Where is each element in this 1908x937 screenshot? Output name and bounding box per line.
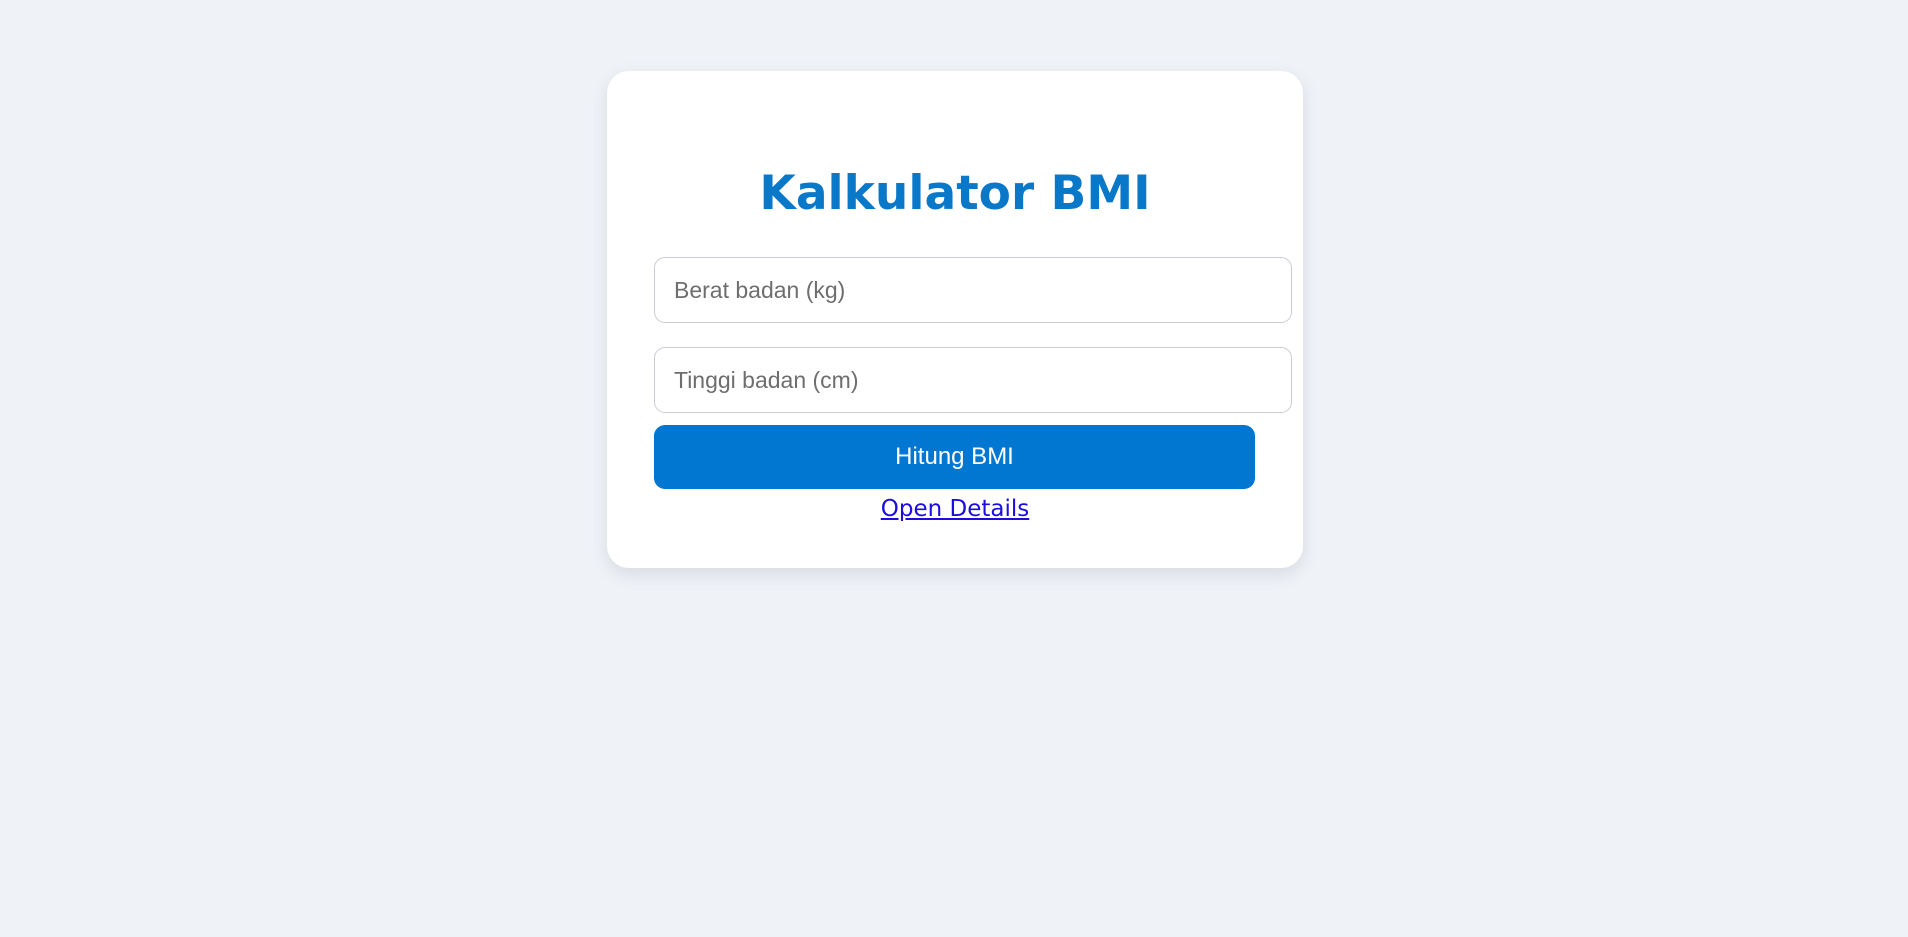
bmi-calculator-card: Kalkulator BMI Hitung BMI Open Details [607,71,1303,568]
details-link-container: Open Details [607,489,1303,529]
height-input[interactable] [654,347,1292,413]
weight-input[interactable] [654,257,1292,323]
open-details-link[interactable]: Open Details [881,496,1029,522]
page-title: Kalkulator BMI [759,166,1151,221]
calculate-bmi-button[interactable]: Hitung BMI [654,425,1255,489]
